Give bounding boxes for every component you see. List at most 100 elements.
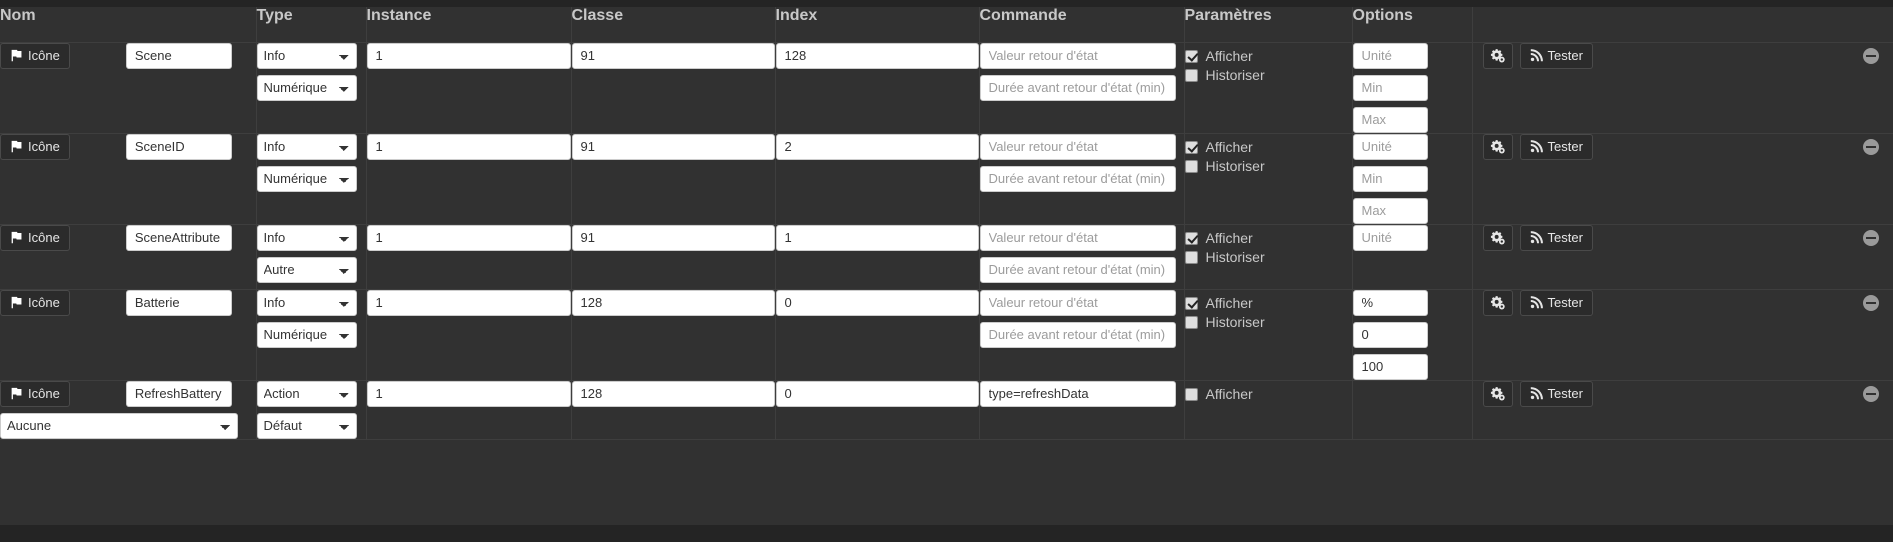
classe-input[interactable] (571, 224, 775, 251)
configure-button[interactable] (1482, 289, 1513, 316)
option-min-input[interactable] (1352, 321, 1428, 348)
command-name-input[interactable] (125, 289, 232, 316)
classe-input[interactable] (571, 380, 775, 407)
commande-value-input[interactable] (979, 42, 1176, 69)
command-name-input[interactable] (125, 224, 232, 251)
option-unite-input[interactable] (1352, 289, 1428, 316)
afficher-checkbox[interactable] (1184, 140, 1198, 154)
instance-input[interactable] (366, 133, 571, 160)
index-input[interactable] (775, 42, 979, 69)
option-max-input[interactable] (1352, 106, 1428, 133)
remove-circle-icon[interactable] (1863, 294, 1879, 311)
configure-button[interactable] (1482, 42, 1513, 69)
afficher-checkbox[interactable] (1184, 387, 1198, 401)
option-unite-input[interactable] (1352, 224, 1428, 251)
historiser-checkbox[interactable] (1184, 159, 1198, 173)
command-type-select[interactable]: Info (256, 133, 357, 160)
configure-button[interactable] (1482, 133, 1513, 160)
classe-input[interactable] (571, 133, 775, 160)
remove-circle-icon[interactable] (1863, 385, 1879, 402)
command-configuration-panel: Nom Type Instance Classe Index Commande … (0, 0, 1893, 542)
cell-classe (571, 289, 776, 381)
cell-commande (979, 380, 1185, 440)
index-input[interactable] (775, 133, 979, 160)
option-min-input[interactable] (1352, 165, 1428, 192)
commande-value-input[interactable] (979, 224, 1176, 251)
commande-value-input[interactable] (979, 380, 1176, 407)
option-unite-input[interactable] (1352, 133, 1428, 160)
table-row: Icône Info Autre Afficher Historiser Tester (0, 224, 1893, 290)
configure-button[interactable] (1482, 224, 1513, 251)
test-button[interactable]: Tester (1519, 224, 1593, 251)
command-subtype-select[interactable]: Numérique (256, 321, 357, 348)
cell-type: Info Numérique (256, 133, 367, 225)
command-type-select[interactable]: Info (256, 42, 357, 69)
test-button[interactable]: Tester (1519, 133, 1593, 160)
command-name-input[interactable] (125, 133, 232, 160)
icone-button[interactable]: Icône (0, 42, 70, 69)
historiser-checkbox[interactable] (1184, 68, 1198, 82)
classe-input[interactable] (571, 289, 775, 316)
commande-duration-input[interactable] (979, 256, 1176, 283)
test-button[interactable]: Tester (1519, 380, 1593, 407)
historiser-checkbox[interactable] (1184, 250, 1198, 264)
icone-button[interactable]: Icône (0, 133, 70, 160)
cell-actions: Tester (1472, 42, 1893, 134)
index-input[interactable] (775, 289, 979, 316)
historiser-checkbox[interactable] (1184, 315, 1198, 329)
flag-icon (10, 140, 23, 153)
column-header-parametres: Paramètres (1184, 7, 1353, 43)
afficher-checkbox[interactable] (1184, 49, 1198, 63)
test-button[interactable]: Tester (1519, 289, 1593, 316)
flag-icon (10, 49, 23, 62)
commande-value-input[interactable] (979, 289, 1176, 316)
commande-duration-input[interactable] (979, 165, 1176, 192)
afficher-checkbox[interactable] (1184, 231, 1198, 245)
cell-commande (979, 42, 1185, 134)
column-header-instance: Instance (366, 7, 572, 43)
command-name-input[interactable] (125, 380, 232, 407)
command-type-select[interactable]: Action (256, 380, 357, 407)
remove-circle-icon[interactable] (1863, 47, 1879, 64)
icone-button[interactable]: Icône (0, 289, 70, 316)
instance-input[interactable] (366, 380, 571, 407)
test-button[interactable]: Tester (1519, 42, 1593, 69)
option-max-input[interactable] (1352, 353, 1428, 380)
icone-button[interactable]: Icône (0, 224, 70, 251)
icone-button-label: Icône (28, 295, 60, 310)
cell-type: Info Numérique (256, 42, 367, 134)
instance-input[interactable] (366, 42, 571, 69)
icone-button[interactable]: Icône (0, 380, 70, 407)
cell-parametres: Afficher Historiser (1184, 224, 1353, 290)
command-subtype-select[interactable]: Défaut (256, 412, 357, 439)
remove-circle-icon[interactable] (1863, 229, 1879, 246)
commande-value-input[interactable] (979, 133, 1176, 160)
commande-duration-input[interactable] (979, 321, 1176, 348)
command-subtype-select[interactable]: Autre (256, 256, 357, 283)
instance-input[interactable] (366, 289, 571, 316)
afficher-row: Afficher (1184, 385, 1352, 404)
configure-button[interactable] (1482, 380, 1513, 407)
generic-type-select[interactable]: Aucune (0, 412, 238, 439)
index-input[interactable] (775, 380, 979, 407)
remove-circle-icon[interactable] (1863, 138, 1879, 155)
cell-index (775, 380, 980, 440)
command-name-input[interactable] (125, 42, 232, 69)
historiser-label: Historiser (1205, 314, 1265, 330)
command-subtype-select[interactable]: Numérique (256, 74, 357, 101)
afficher-checkbox[interactable] (1184, 296, 1198, 310)
cell-nom: Icône (0, 224, 257, 290)
table-row: Icône Info Numérique Afficher Historiser Test… (0, 42, 1893, 134)
option-max-input[interactable] (1352, 197, 1428, 224)
rss-icon (1530, 231, 1543, 244)
command-type-select[interactable]: Info (256, 224, 357, 251)
instance-input[interactable] (366, 224, 571, 251)
index-input[interactable] (775, 224, 979, 251)
option-unite-input[interactable] (1352, 42, 1428, 69)
command-type-select[interactable]: Info (256, 289, 357, 316)
commande-duration-input[interactable] (979, 74, 1176, 101)
command-subtype-select[interactable]: Numérique (256, 165, 357, 192)
option-min-input[interactable] (1352, 74, 1428, 101)
classe-input[interactable] (571, 42, 775, 69)
cell-type: Info Autre (256, 224, 367, 290)
